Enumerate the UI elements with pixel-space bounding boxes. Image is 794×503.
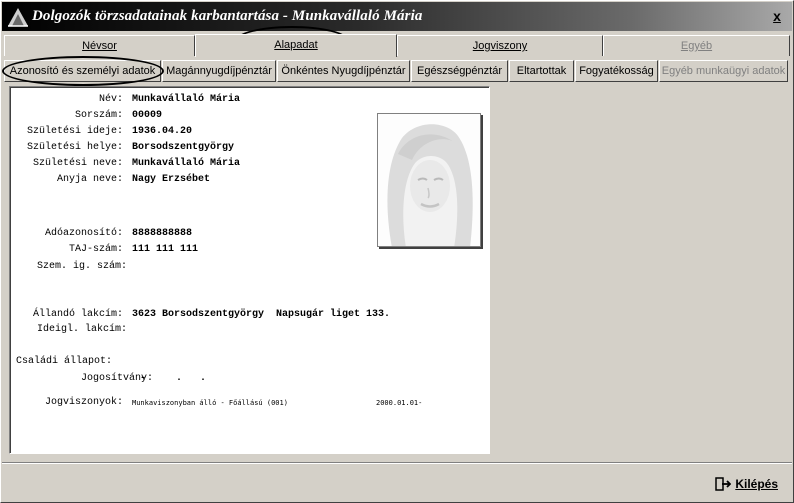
field-jogviszonyok: Jogviszonyok: Munkaviszonyban álló - Főá… bbox=[10, 396, 489, 410]
tab-label: Alapadat bbox=[274, 39, 318, 51]
field-label: Születési neve: bbox=[32, 158, 123, 169]
field-jogositvany: Jogosítvány: - . . bbox=[10, 372, 489, 386]
field-value: Borsodszentgyörgy bbox=[132, 142, 235, 153]
tab-label: Egyéb bbox=[680, 40, 713, 52]
window-title: Dolgozók törzsadatainak karbantartása - … bbox=[32, 8, 423, 24]
field-label: Állandó lakcím: bbox=[32, 309, 123, 320]
sub-tab-bar: Azonosító és személyi adatok Magánnyugdí… bbox=[4, 60, 790, 83]
field-value: 1936.04.20 bbox=[132, 126, 193, 137]
field-label: Ideigl. lakcím: bbox=[36, 324, 127, 335]
field-value: Nagy Erzsébet bbox=[132, 174, 211, 185]
field-value: - . . bbox=[140, 373, 207, 384]
field-csaladi-allapot: Családi állapot: bbox=[10, 355, 489, 369]
field-label: Anyja neve: bbox=[56, 174, 123, 185]
field-label: Születési helye: bbox=[26, 142, 123, 153]
field-label: Adóazonosító: bbox=[44, 228, 123, 239]
field-allando-lakcim: Állandó lakcím: 3623 Borsodszentgyörgy N… bbox=[10, 308, 489, 322]
tab-nevsor[interactable]: Névsor bbox=[4, 35, 195, 56]
field-label: TAJ-szám: bbox=[68, 244, 123, 255]
tab-jogviszony[interactable]: Jogviszony bbox=[397, 35, 603, 56]
subtab-onkentes-nyugdijpenztar[interactable]: Önkéntes Nyugdíjpénztár bbox=[277, 60, 410, 82]
tab-alapadat[interactable]: Alapadat bbox=[195, 34, 397, 57]
field-label: Név: bbox=[98, 94, 123, 105]
subtab-fogyatekossag[interactable]: Fogyatékosság bbox=[575, 60, 658, 82]
tab-label: Jogviszony bbox=[472, 40, 528, 52]
field-value: 00009 bbox=[132, 110, 163, 121]
tab-label: Névsor bbox=[82, 40, 117, 52]
exit-label: Kilépés bbox=[735, 477, 778, 491]
main-tab-bar: Névsor Alapadat Jogviszony Egyéb bbox=[4, 34, 790, 57]
field-value: Munkavállaló Mária bbox=[132, 158, 241, 169]
subtab-magannyugdijpenztar[interactable]: Magánnyugdíjpénztár bbox=[162, 60, 276, 82]
personal-data-panel: Név: Munkavállaló Mária Sorszám: 00009 S… bbox=[9, 86, 490, 454]
field-value: 8888888888 bbox=[132, 228, 193, 239]
field-value: 3623 Borsodszentgyörgy Napsugár liget 13… bbox=[132, 309, 391, 320]
field-value: Munkaviszonyban álló - Főállású (001) bbox=[132, 399, 288, 407]
main-window: Dolgozók törzsadatainak karbantartása - … bbox=[0, 0, 794, 503]
exit-button[interactable]: Kilépés bbox=[715, 475, 778, 493]
subtab-eltartottak[interactable]: Eltartottak bbox=[509, 60, 574, 82]
field-nev: Név: Munkavállaló Mária bbox=[10, 93, 489, 107]
title-bar[interactable]: Dolgozók törzsadatainak karbantartása - … bbox=[2, 2, 792, 31]
exit-door-icon bbox=[715, 477, 732, 491]
close-button[interactable]: x bbox=[768, 7, 786, 25]
field-label: Jogviszonyok: bbox=[44, 397, 123, 408]
field-label: Sorszám: bbox=[74, 110, 123, 121]
field-label: Szem. ig. szám: bbox=[36, 261, 127, 272]
subtab-azonosito[interactable]: Azonosító és személyi adatok bbox=[4, 60, 161, 82]
employee-photo bbox=[377, 113, 481, 247]
bottom-bar: Kilépés bbox=[2, 462, 792, 501]
tab-egyeb: Egyéb bbox=[603, 35, 790, 56]
subtab-egyeb-munkaugyi: Egyéb munkaügyi adatok bbox=[659, 60, 788, 82]
field-label: Születési ideje: bbox=[26, 126, 123, 137]
field-value: Munkavállaló Mária bbox=[132, 94, 241, 105]
app-logo-icon bbox=[8, 8, 28, 27]
field-label: Családi állapot: bbox=[16, 356, 113, 367]
field-szem-ig: Szem. ig. szám: bbox=[10, 260, 489, 274]
field-ideigl-lakcim: Ideigl. lakcím: bbox=[10, 323, 489, 337]
portrait-image bbox=[378, 114, 480, 246]
field-date: 2000.01.01- bbox=[376, 399, 423, 407]
subtab-egeszsegpenztar[interactable]: Egészségpénztár bbox=[411, 60, 508, 82]
field-value: 111 111 111 bbox=[132, 244, 199, 255]
